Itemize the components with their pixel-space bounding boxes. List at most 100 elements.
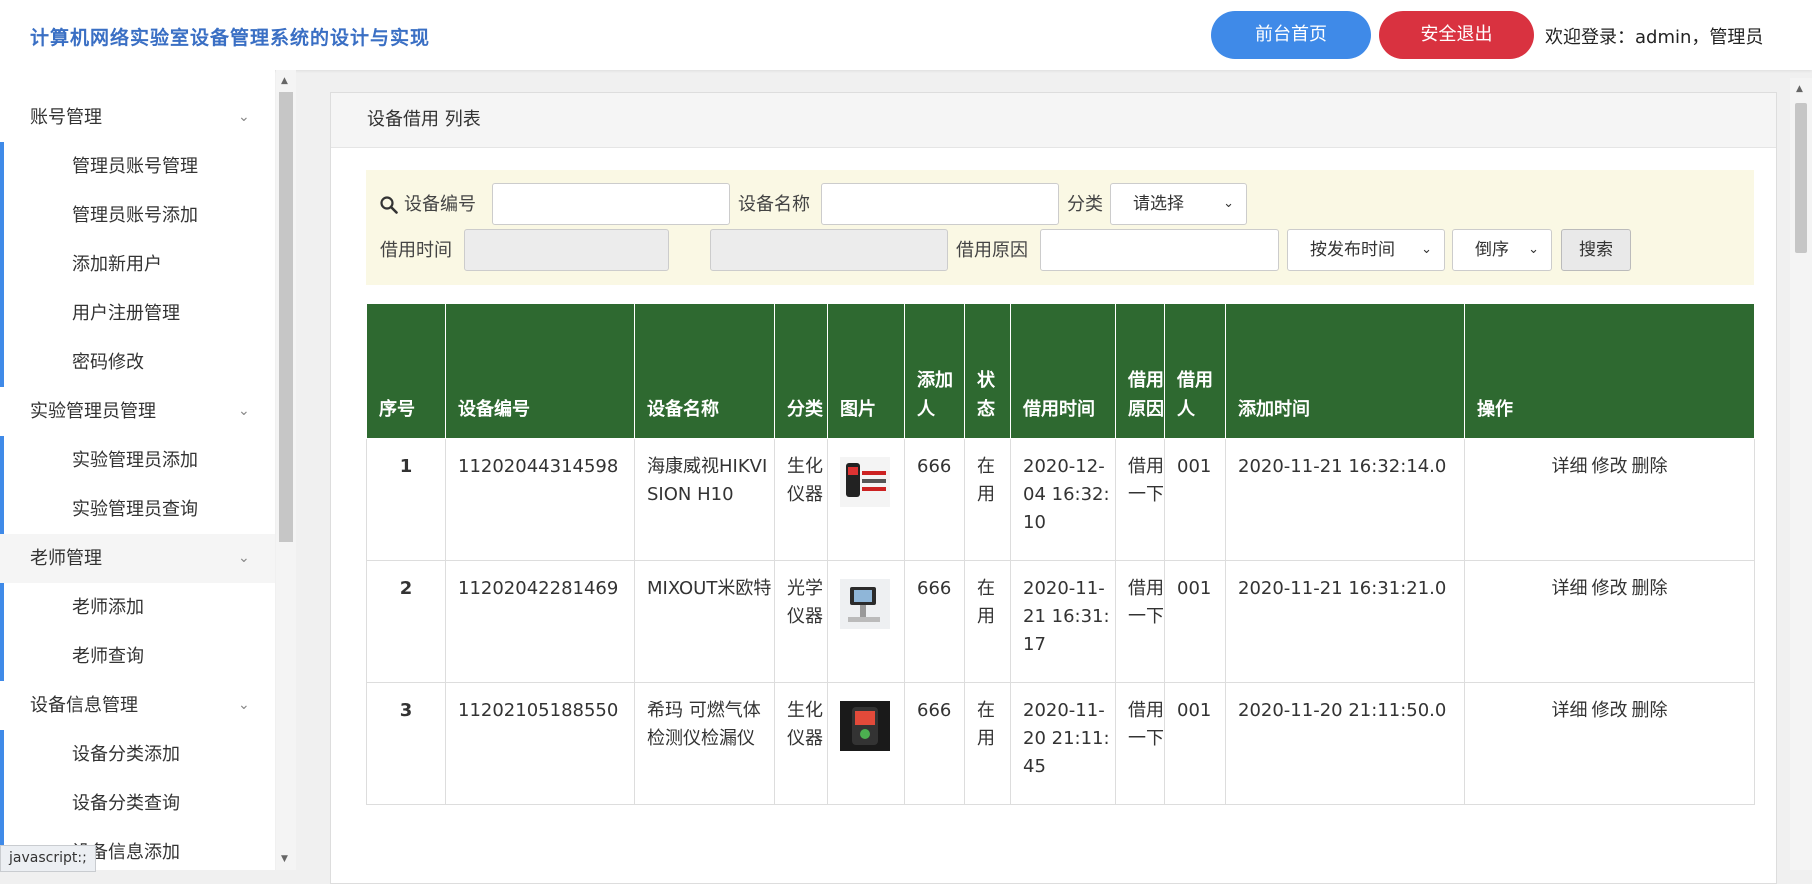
column-header: 设备名称 [634,303,775,439]
table-header-row: 序号 设备编号 设备名称 分类 图片 添加人 状态 借用时间 借用原因 借用人 … [366,303,1755,439]
sidebar-item-device-category-query[interactable]: 设备分类查询 [0,779,275,828]
scrollbar-thumb[interactable] [1795,103,1807,253]
actions-cell: 详细 修改 删除 [1464,438,1755,561]
status-cell: 在用 [964,560,1011,683]
sidebar-item-admin-account-manage[interactable]: 管理员账号管理 [0,142,275,191]
device-name-input[interactable] [821,183,1059,225]
sidebar-item-user-register-manage[interactable]: 用户注册管理 [0,289,275,338]
device-no-input[interactable] [492,183,730,225]
scroll-up-arrow-icon[interactable]: ▲ [1796,84,1803,94]
sidebar-item-lab-admin-add[interactable]: 实验管理员添加 [0,436,275,485]
category-label: 分类 [1067,194,1103,215]
sidebar-item-teacher-add[interactable]: 老师添加 [0,583,275,632]
sidebar-item-admin-account-add[interactable]: 管理员账号添加 [0,191,275,240]
image-cell [827,682,905,805]
sidebar-item-teacher-query[interactable]: 老师查询 [0,632,275,681]
row-index: 3 [366,682,446,805]
device-no-label: 设备编号 [404,194,476,215]
chevron-down-icon: ⌄ [238,109,250,125]
logout-button[interactable]: 安全退出 [1379,11,1534,59]
device-no-cell: 11202042281469 [445,560,635,683]
search-button[interactable]: 搜索 [1561,229,1631,271]
sort-by-select[interactable]: 按发布时间 ⌄ [1287,229,1445,271]
sidebar-group-teacher[interactable]: 老师管理 ⌄ [0,534,275,583]
borrow-table: 序号 设备编号 设备名称 分类 图片 添加人 状态 借用时间 借用原因 借用人 … [366,303,1755,805]
adder-cell: 666 [904,438,965,561]
delete-link[interactable]: 删除 [1632,456,1668,477]
device-no-cell: 11202044314598 [445,438,635,561]
detail-link[interactable]: 详细 [1552,700,1588,721]
detail-link[interactable]: 详细 [1552,578,1588,599]
chevron-down-icon: ⌄ [238,550,250,566]
table-row: 3 11202105188550 希玛 可燃气体检测仪检漏仪 生化仪器 666 … [366,682,1755,805]
reason-cell: 借用一下 [1115,560,1165,683]
column-header: 分类 [774,303,828,439]
order-select[interactable]: 倒序 ⌄ [1452,229,1552,271]
detail-link[interactable]: 详细 [1552,456,1588,477]
scrollbar-thumb[interactable] [279,92,293,542]
borrow-reason-input[interactable] [1040,229,1279,271]
borrow-time-to-input[interactable] [710,229,948,271]
gas-detector-image[interactable] [840,701,890,751]
main-scrollbar[interactable]: ▲ [1790,78,1812,870]
sidebar-item-lab-admin-query[interactable]: 实验管理员查询 [0,485,275,534]
sidebar-group-device-info[interactable]: 设备信息管理 ⌄ [0,681,275,730]
sidebar-group-label: 账号管理 [30,107,102,128]
device-name-label: 设备名称 [738,194,810,215]
edit-link[interactable]: 修改 [1592,578,1628,599]
search-form: 设备编号 设备名称 分类 请选择 ⌄ 借用时间 - 借用原因 按发布时间 ⌄ 倒… [366,170,1754,285]
device-name-cell: 海康威视HIKVISION H10 [634,438,775,561]
column-header: 图片 [827,303,905,439]
scroll-up-arrow-icon[interactable]: ▲ [281,76,288,86]
chevron-down-icon: ⌄ [1421,242,1432,257]
sidebar-group-label: 实验管理员管理 [30,401,156,422]
category-cell: 光学仪器 [774,560,828,683]
device-borrow-panel: 设备借用 列表 设备编号 设备名称 分类 请选择 ⌄ 借用时间 - 借用原因 按… [330,92,1777,884]
row-index: 2 [366,560,446,683]
sidebar-group-label: 设备信息管理 [30,695,138,716]
chevron-down-icon: ⌄ [1528,242,1539,257]
borrow-time-cell: 2020-12-04 16:32:10 [1010,438,1116,561]
borrower-cell: 001 [1164,438,1226,561]
delete-link[interactable]: 删除 [1632,578,1668,599]
image-cell [827,438,905,561]
search-icon [380,196,398,214]
sidebar: 账号管理 ⌄ 管理员账号管理 管理员账号添加 添加新用户 用户注册管理 密码修改… [0,70,275,870]
column-header: 添加时间 [1225,303,1465,439]
column-header: 状态 [964,303,1011,439]
scroll-down-arrow-icon[interactable]: ▼ [281,854,288,864]
actions-cell: 详细 修改 删除 [1464,682,1755,805]
borrow-reason-label: 借用原因 [956,240,1028,261]
category-select[interactable]: 请选择 ⌄ [1110,183,1247,225]
app-title: 计算机网络实验室设备管理系统的设计与实现 [30,27,431,49]
sidebar-group-lab-admin[interactable]: 实验管理员管理 ⌄ [0,387,275,436]
reason-cell: 借用一下 [1115,682,1165,805]
thermal-camera-image[interactable] [840,457,890,507]
device-no-cell: 11202105188550 [445,682,635,805]
sidebar-scrollbar[interactable]: ▲ ▼ [276,70,296,870]
sidebar-group-label: 老师管理 [30,548,102,569]
table-row: 1 11202044314598 海康威视HIKVISION H10 生化仪器 … [366,438,1755,561]
sidebar-item-add-user[interactable]: 添加新用户 [0,240,275,289]
sidebar-group-account[interactable]: 账号管理 ⌄ [0,93,275,142]
order-select-value: 倒序 [1475,240,1509,260]
adder-cell: 666 [904,560,965,683]
sidebar-item-device-category-add[interactable]: 设备分类添加 [0,730,275,779]
added-time-cell: 2020-11-20 21:11:50.0 [1225,682,1465,805]
column-header: 借用人 [1164,303,1226,439]
edit-link[interactable]: 修改 [1592,456,1628,477]
chevron-down-icon: ⌄ [238,403,250,419]
edit-link[interactable]: 修改 [1592,700,1628,721]
added-time-cell: 2020-11-21 16:32:14.0 [1225,438,1465,561]
sidebar-item-password-change[interactable]: 密码修改 [0,338,275,387]
reason-cell: 借用一下 [1115,438,1165,561]
welcome-text: 欢迎登录：admin，管理员 [1545,27,1764,48]
category-select-value: 请选择 [1133,194,1184,214]
status-cell: 在用 [964,438,1011,561]
microscope-image[interactable] [840,579,890,629]
chevron-down-icon: ⌄ [238,697,250,713]
borrow-time-from-input[interactable] [464,229,669,271]
category-cell: 生化仪器 [774,682,828,805]
delete-link[interactable]: 删除 [1632,700,1668,721]
home-button[interactable]: 前台首页 [1211,11,1371,59]
